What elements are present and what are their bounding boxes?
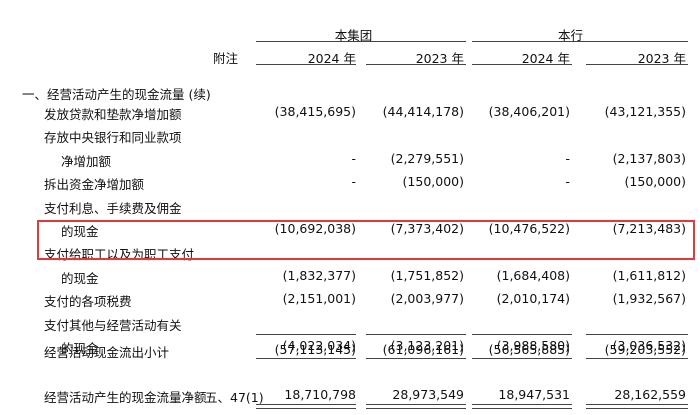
row-value: - <box>565 174 570 190</box>
row-value: (1,751,852) <box>390 267 464 283</box>
subtotal-rule-2 <box>366 334 466 335</box>
section-title: 一、经营活动产生的现金流量 (续) <box>22 87 211 102</box>
row-value: (1,684,408) <box>496 267 570 283</box>
net-value: 18,710,798 <box>284 387 356 402</box>
row-value: (2,003,977) <box>390 291 464 307</box>
subtotal-value: (61,096,161) <box>382 342 464 357</box>
row-value: - <box>351 150 356 166</box>
subtotal-rule-1 <box>256 334 356 335</box>
row-label: 的现金 <box>61 270 99 286</box>
subtotal-under-rule-4 <box>586 358 688 359</box>
row-label: 支付其他与经营活动有关 <box>44 317 182 333</box>
row-label: 支付利息、手续费及佣金 <box>44 200 182 216</box>
subtotal-value: (56,565,885) <box>488 342 570 357</box>
net-label: 经营活动产生的现金流量净额 <box>44 390 207 405</box>
row-value: - <box>351 174 356 190</box>
row-label: 发放贷款和垫款净增加额 <box>44 107 182 122</box>
row-value: (2,151,001) <box>282 291 356 307</box>
row-label: 拆出资金净增加额 <box>44 177 145 193</box>
row-value: - <box>565 150 570 166</box>
subtotal-value: (59,203,552) <box>604 342 686 357</box>
row-value: (44,414,178) <box>382 104 464 119</box>
bank-header-rule <box>472 41 688 42</box>
row-value: (1,932,567) <box>612 291 686 307</box>
row-value: (38,406,201) <box>488 104 570 119</box>
row-value: (150,000) <box>402 174 464 190</box>
net-note: 五、47(1) <box>205 390 264 405</box>
net-double-rule-1 <box>256 404 356 409</box>
highlight-box <box>37 220 695 260</box>
subtotal-under-rule-2 <box>366 358 466 359</box>
row-value: (150,000) <box>624 174 686 190</box>
row-label: 支付的各项税费 <box>44 294 132 310</box>
net-value: 28,162,559 <box>614 387 686 402</box>
group-header-rule <box>256 41 466 42</box>
subtotal-rule-3 <box>472 334 572 335</box>
subtotal-label: 经营活动现金流出小计 <box>44 345 170 360</box>
subtotal-under-rule-3 <box>472 358 572 359</box>
net-value: 28,973,549 <box>392 387 464 402</box>
net-double-rule-2 <box>366 404 466 409</box>
row-value: (1,611,812) <box>612 267 686 283</box>
year-rule-2 <box>366 64 466 65</box>
row-label: 净增加额 <box>61 153 112 169</box>
year-rule-4 <box>586 64 688 65</box>
net-double-rule-3 <box>472 404 572 409</box>
net-value: 18,947,531 <box>498 387 570 402</box>
row-value: (1,832,377) <box>282 267 356 283</box>
row-value: (43,121,355) <box>604 104 686 119</box>
subtotal-value: (57,113,145) <box>274 342 356 357</box>
subtotal-under-rule-1 <box>256 358 356 359</box>
net-double-rule-4 <box>586 404 688 409</box>
year-rule-1 <box>256 64 356 65</box>
row-value: (2,279,551) <box>390 150 464 166</box>
row-value: (2,010,174) <box>496 291 570 307</box>
row-label: 存放中央银行和同业款项 <box>44 130 182 146</box>
year-rule-3 <box>472 64 572 65</box>
row-value: (38,415,695) <box>274 104 356 119</box>
note-column-header: 附注 <box>213 51 239 66</box>
subtotal-rule-4 <box>586 334 688 335</box>
row-value: (2,137,803) <box>612 150 686 166</box>
